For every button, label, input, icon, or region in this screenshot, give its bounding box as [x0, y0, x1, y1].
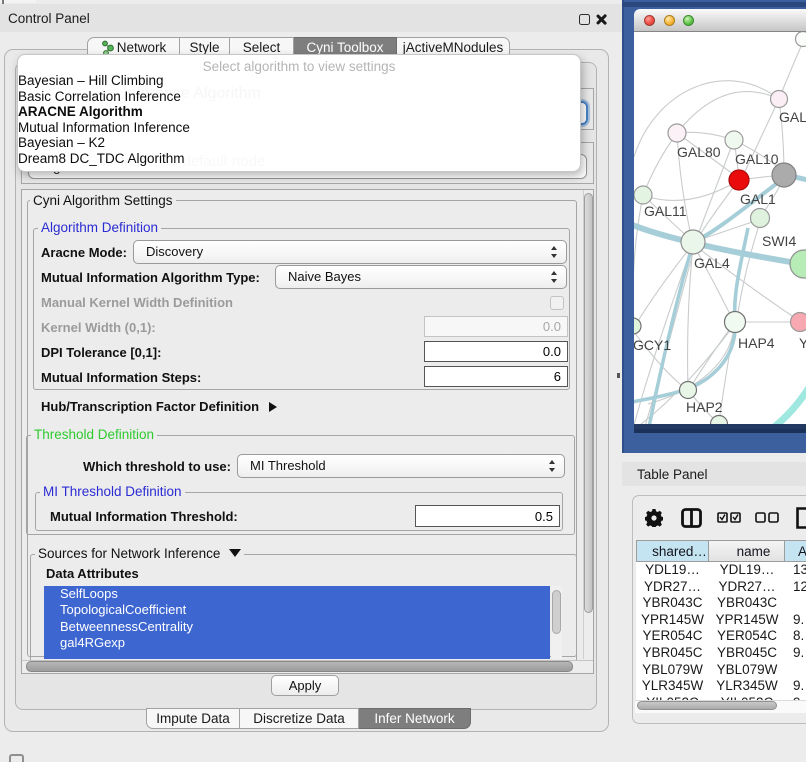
svg-text:HAP2: HAP2: [686, 399, 723, 415]
svg-text:GAL11: GAL11: [644, 203, 687, 219]
svg-text:GAL80: GAL80: [677, 144, 721, 160]
svg-text:GAL4: GAL4: [694, 255, 730, 271]
svg-text:GAL1: GAL1: [740, 191, 776, 207]
svg-text:SWI4: SWI4: [762, 233, 796, 249]
svg-text:GAL2: GAL2: [779, 109, 806, 125]
svg-text:GCY1: GCY1: [634, 337, 671, 353]
svg-text:HAP4: HAP4: [738, 335, 775, 351]
svg-text:GAL10: GAL10: [735, 151, 779, 167]
svg-text:YM: YM: [799, 335, 806, 351]
